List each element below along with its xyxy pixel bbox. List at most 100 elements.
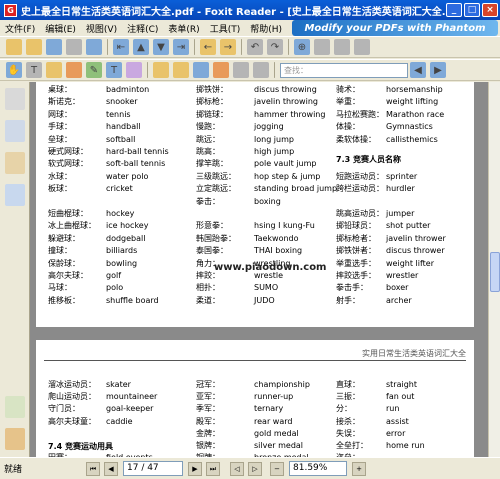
page-number-field[interactable]: 17 / 47	[123, 461, 183, 476]
comments-panel-icon[interactable]	[4, 396, 25, 418]
layers-panel-icon[interactable]	[4, 184, 25, 206]
watermark-text: www.piaodown.com	[214, 262, 327, 273]
vertical-scrollbar[interactable]	[488, 82, 500, 457]
term-english: assist	[386, 416, 409, 426]
stamp-icon[interactable]	[193, 62, 209, 78]
term-chinese: 立定跳远：	[196, 184, 236, 194]
attachments-panel-icon[interactable]	[4, 428, 25, 450]
phantom-ad-banner[interactable]: Modify your PDFs with Phantom	[292, 20, 498, 36]
term-chinese: 拳击手：	[336, 283, 368, 293]
menu-edit[interactable]: 编辑(E)	[40, 22, 81, 35]
term-english: polo	[106, 283, 124, 293]
term-chinese: 掷铁饼者：	[336, 246, 376, 256]
zoom-in-icon[interactable]: +	[352, 461, 366, 476]
actual-size-icon[interactable]	[354, 39, 370, 55]
zoom-icon[interactable]: ⊕	[294, 39, 310, 55]
term-english: boxer	[386, 283, 409, 293]
term-english: weight lifter	[386, 258, 434, 268]
term-chinese: 爬山运动员：	[48, 392, 96, 402]
link-icon[interactable]	[233, 62, 249, 78]
fit-page-icon[interactable]	[314, 39, 330, 55]
last-page-icon[interactable]: ⇥	[173, 39, 189, 55]
note-icon[interactable]	[153, 62, 169, 78]
term-chinese: 射手：	[336, 295, 360, 305]
term-english: error	[386, 428, 406, 438]
back-icon[interactable]: ←	[200, 39, 216, 55]
term-chinese: 摔跤选手：	[336, 271, 376, 280]
menu-view[interactable]: 视图(V)	[81, 22, 122, 35]
fit-width-icon[interactable]	[334, 39, 350, 55]
term-chinese: 手球：	[48, 122, 72, 132]
term-english: long jump	[254, 134, 294, 144]
menu-tools[interactable]: 工具(T)	[205, 22, 246, 35]
bookmarks-panel-icon[interactable]	[4, 152, 25, 174]
next-page-icon[interactable]: ▼	[153, 39, 169, 55]
status-next-page-button[interactable]: ▶	[188, 461, 202, 476]
undo-icon[interactable]: ↶	[247, 39, 263, 55]
menu-file[interactable]: 文件(F)	[0, 22, 40, 35]
term-chinese: 守门员：	[48, 404, 80, 414]
print-icon[interactable]	[66, 39, 82, 55]
term-english: rear ward	[254, 416, 293, 426]
term-chinese: 银牌：	[196, 441, 220, 450]
open-file-icon[interactable]	[26, 39, 42, 55]
comment-icon[interactable]	[213, 62, 229, 78]
term-english: callisthemics	[386, 134, 438, 144]
save-icon[interactable]	[46, 39, 62, 55]
status-forward-button[interactable]: ▷	[248, 461, 262, 476]
term-english: handball	[106, 122, 141, 132]
find-input[interactable]: 查找：	[280, 62, 408, 78]
minimize-button[interactable]: _	[446, 3, 462, 17]
status-back-button[interactable]: ◁	[230, 461, 244, 476]
status-last-page-button[interactable]: ⏭	[206, 461, 220, 476]
term-chinese: 骑术：	[336, 85, 360, 94]
term-chinese: 冠军：	[196, 380, 220, 389]
navigation-panel	[0, 82, 30, 457]
forward-icon[interactable]: →	[220, 39, 236, 55]
term-chinese: 高尔夫球：	[48, 271, 88, 280]
term-chinese: 亚军：	[196, 392, 220, 402]
menu-help[interactable]: 帮助(H)	[245, 22, 287, 35]
status-bar: 就绪 ⏮ ◀ 17 / 47 ▶ ⏭ ◁ ▷ − 81.59% +	[0, 457, 500, 479]
panel-toggle-icon[interactable]	[4, 88, 25, 110]
term-chinese: 分：	[336, 404, 352, 414]
highlight-icon[interactable]	[173, 62, 189, 78]
snapshot-icon[interactable]	[46, 62, 62, 78]
term-chinese: 失误：	[336, 428, 360, 438]
select-annotation-icon[interactable]	[66, 62, 82, 78]
drawing-tool-icon[interactable]	[126, 62, 142, 78]
term-chinese: 韩国跆拳：	[196, 233, 236, 243]
close-button[interactable]: ×	[482, 3, 498, 17]
term-chinese: 板球：	[48, 184, 72, 194]
pages-panel-icon[interactable]	[4, 120, 25, 142]
open-folder-icon[interactable]	[6, 39, 22, 55]
term-chinese: 慢跑：	[196, 122, 220, 132]
typewriter-icon[interactable]: T	[106, 62, 122, 78]
email-icon[interactable]	[86, 39, 102, 55]
term-chinese: 举重：	[336, 97, 360, 107]
attachment-icon[interactable]	[253, 62, 269, 78]
maximize-button[interactable]: □	[464, 3, 480, 17]
menu-forms[interactable]: 表单(R)	[163, 22, 204, 35]
term-chinese: 形意拳：	[196, 221, 228, 231]
document-viewer[interactable]: 桌球： badminton 掷铁饼： discus throwing 骑术： horsem…	[30, 82, 488, 457]
previous-page-icon[interactable]: ▲	[133, 39, 149, 55]
menu-comments[interactable]: 注释(C)	[122, 22, 163, 35]
pencil-icon[interactable]: ✎	[86, 62, 102, 78]
term-english: gold medal	[254, 428, 299, 438]
select-text-icon[interactable]: T	[26, 62, 42, 78]
term-english: hurdler	[386, 184, 415, 194]
status-previous-page-button[interactable]: ◀	[104, 461, 118, 476]
zoom-field[interactable]: 81.59%	[289, 461, 347, 476]
header-rule	[44, 360, 466, 361]
term-chinese: 推移板：	[48, 295, 80, 305]
first-page-icon[interactable]: ⇤	[113, 39, 129, 55]
hand-tool-icon[interactable]: ✋	[6, 62, 22, 78]
find-next-icon[interactable]: ▶	[430, 62, 446, 78]
term-chinese: 跳远：	[196, 134, 220, 144]
zoom-out-icon[interactable]: −	[270, 461, 284, 476]
redo-icon[interactable]: ↷	[267, 39, 283, 55]
scrollbar-thumb[interactable]	[490, 252, 500, 292]
find-previous-icon[interactable]: ◀	[410, 62, 426, 78]
status-first-page-button[interactable]: ⏮	[86, 461, 100, 476]
